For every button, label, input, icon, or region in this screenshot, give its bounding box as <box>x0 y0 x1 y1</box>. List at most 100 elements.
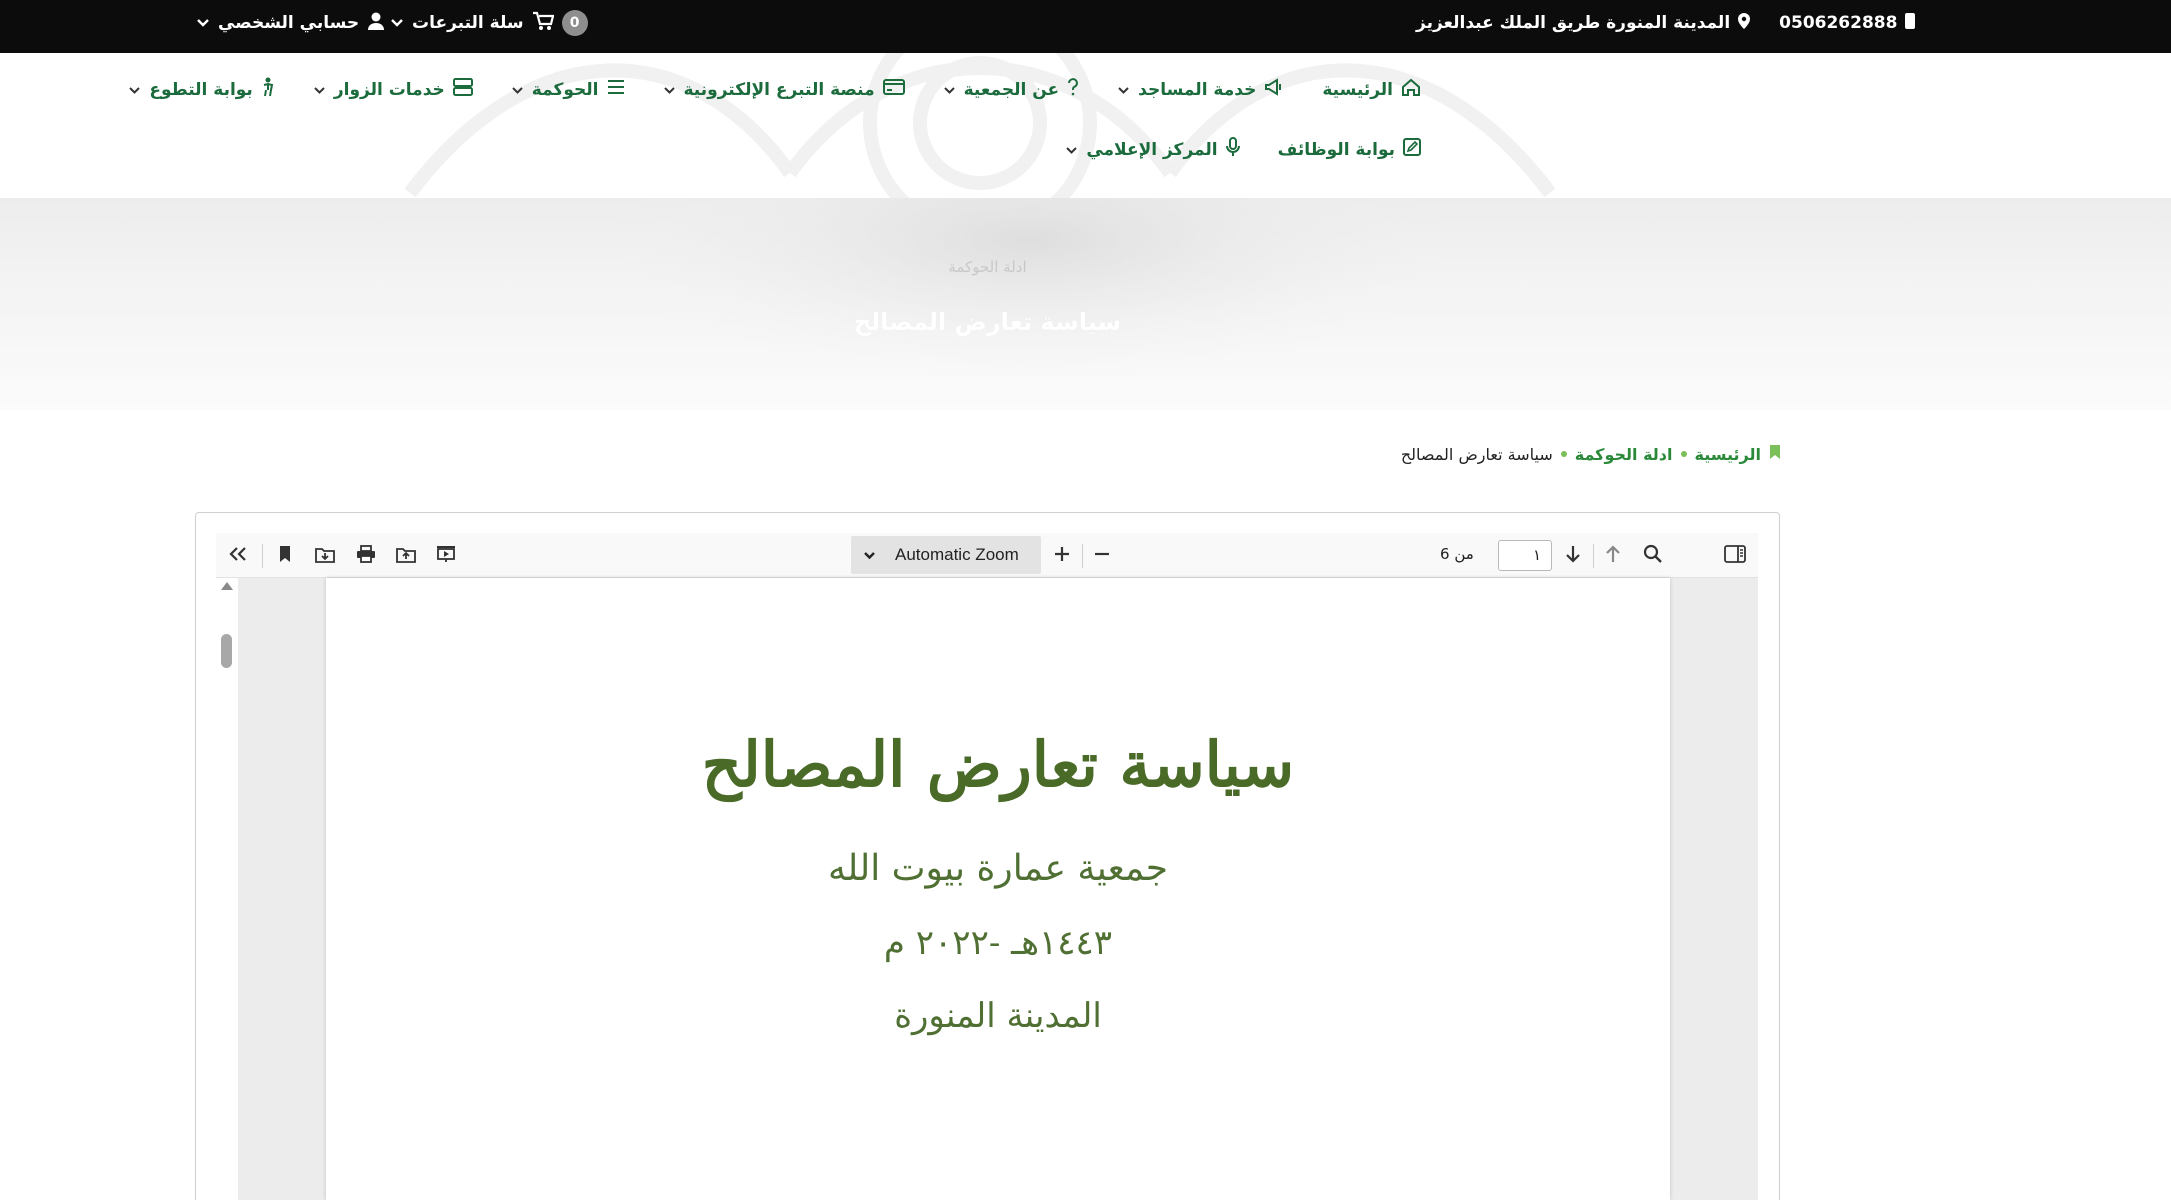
double-chevron-left-icon <box>228 546 248 566</box>
main-nav: الرئيسية خدمة المساجد عن الجمعية منصة ال… <box>0 53 2171 198</box>
download-icon <box>315 545 335 567</box>
user-icon <box>367 11 385 36</box>
ornament-decoration <box>404 53 1556 198</box>
chevron-down-icon <box>663 80 676 100</box>
scroll-up-arrow[interactable] <box>221 582 233 590</box>
presentation-mode-button[interactable] <box>430 540 462 572</box>
nav-item-volunteer[interactable]: بوابة التطوع <box>128 77 274 102</box>
nav-label: بوابة التطوع <box>149 79 253 100</box>
nav-item-visitor-services[interactable]: خدمات الزوار <box>313 78 473 101</box>
toolbar-separator <box>1593 544 1594 568</box>
address[interactable]: المدينة المنورة طريق الملك عبدالعزيز <box>1416 12 1751 35</box>
server-icon <box>452 78 473 101</box>
donation-cart[interactable]: سلة التبرعات 0 <box>390 0 588 46</box>
nav-item-about[interactable]: عن الجمعية <box>943 78 1080 101</box>
page-title: سياسة تعارض المصالح <box>853 308 1122 336</box>
nav-label: بوابة الوظائف <box>1277 139 1395 160</box>
download-button[interactable] <box>309 540 341 572</box>
nav-label: الرئيسية <box>1322 79 1393 100</box>
breadcrumb-home[interactable]: الرئيسية <box>1695 445 1762 464</box>
phone-number: 0506262888 <box>1779 13 1898 33</box>
arrow-down-icon <box>1564 544 1582 568</box>
map-pin-icon <box>1737 12 1751 35</box>
home-icon <box>1401 78 1421 101</box>
cart-icon <box>532 11 555 36</box>
contact-info: 0506262888 المدينة المنورة طريق الملك عب… <box>1396 0 1916 46</box>
bookmark-icon <box>1769 444 1781 464</box>
bookmark-button[interactable] <box>269 540 301 572</box>
page-hero: ادلة الحوكمة سياسة تعارض المصالح <box>0 198 2171 410</box>
find-button[interactable] <box>1637 540 1669 572</box>
document-scrollbar[interactable] <box>216 578 238 1200</box>
search-icon <box>1643 544 1663 568</box>
nav-label: خدمة المساجد <box>1138 79 1257 100</box>
print-button[interactable] <box>350 540 382 572</box>
chevron-down-icon <box>943 80 956 100</box>
page-number-input[interactable]: ١ <box>1498 540 1552 571</box>
account-label: حسابي الشخصي <box>218 13 360 33</box>
top-bar: 0506262888 المدينة المنورة طريق الملك عب… <box>0 0 2171 53</box>
nav-label: عن الجمعية <box>963 79 1060 100</box>
breadcrumb-parent[interactable]: ادلة الحوكمة <box>1575 445 1673 464</box>
previous-page-button[interactable] <box>1597 540 1629 572</box>
arrow-up-icon <box>1604 544 1622 568</box>
zoom-value: Automatic Zoom <box>895 545 1019 564</box>
scroll-thumb[interactable] <box>221 634 232 668</box>
presentation-icon <box>436 545 456 567</box>
zoom-out-button[interactable] <box>1086 540 1118 572</box>
nav-row-primary: الرئيسية خدمة المساجد عن الجمعية منصة ال… <box>128 77 1421 102</box>
breadcrumb-current: سياسة تعارض المصالح <box>1400 444 1553 464</box>
breadcrumb-separator <box>1560 451 1567 457</box>
document-title: سياسة تعارض المصالح <box>701 728 1295 801</box>
sidebar-icon <box>1724 545 1746 567</box>
nav-item-jobs[interactable]: بوابة الوظائف <box>1278 138 1421 161</box>
nav-item-governance[interactable]: الحوكمة <box>511 79 625 100</box>
document-organization: جمعية عمارة بيوت الله <box>828 848 1168 889</box>
zoom-select[interactable]: Automatic Zoom <box>851 536 1041 574</box>
chevron-down-icon <box>196 13 210 33</box>
chevron-down-icon <box>313 80 326 100</box>
nav-label: المركز الإعلامي <box>1086 139 1218 160</box>
nav-label: منصة التبرع الإلكترونية <box>683 79 875 100</box>
address-text: المدينة المنورة طريق الملك عبدالعزيز <box>1416 13 1731 33</box>
bookmark-icon <box>278 545 292 567</box>
sidebar-toggle-button[interactable] <box>1719 540 1751 572</box>
nav-label: الحوكمة <box>531 79 599 100</box>
nav-row-secondary: بوابة الوظائف المركز الإعلامي <box>1065 137 1421 162</box>
nav-item-mosque-services[interactable]: خدمة المساجد <box>1117 78 1284 101</box>
chevron-down-icon <box>511 80 524 100</box>
list-icon <box>607 79 625 100</box>
question-icon <box>1067 78 1079 101</box>
microphone-icon <box>1225 137 1240 162</box>
chevron-down-icon <box>1065 140 1078 160</box>
edit-icon <box>1403 138 1421 161</box>
nav-item-donation-platform[interactable]: منصة التبرع الإلكترونية <box>663 79 905 100</box>
document-city: المدينة المنورة <box>894 996 1102 1036</box>
account-menu[interactable]: حسابي الشخصي <box>196 0 385 46</box>
chevron-down-icon <box>390 13 404 33</box>
nav-label: خدمات الزوار <box>333 79 445 100</box>
credit-card-icon <box>882 79 905 100</box>
megaphone-icon <box>1264 78 1284 101</box>
open-file-icon <box>396 545 416 567</box>
phone[interactable]: 0506262888 <box>1779 12 1916 35</box>
hero-background <box>590 198 1470 408</box>
tools-toggle-button[interactable] <box>222 540 254 572</box>
toolbar-separator <box>262 544 263 568</box>
chevron-down-icon <box>1117 80 1130 100</box>
page-count: من 6 <box>1440 545 1474 563</box>
hero-subtitle: ادلة الحوكمة <box>948 258 1027 276</box>
document-date: ١٤٤٣هـ -٢٠٢٢ م <box>883 923 1113 963</box>
breadcrumb: الرئيسية ادلة الحوكمة سياسة تعارض المصال… <box>1401 444 1781 464</box>
nav-item-media-center[interactable]: المركز الإعلامي <box>1065 137 1240 162</box>
cart-label: سلة التبرعات <box>412 13 524 33</box>
person-icon <box>261 77 275 102</box>
open-file-button[interactable] <box>390 540 422 572</box>
toolbar-separator <box>1082 544 1083 568</box>
zoom-in-button[interactable] <box>1046 540 1078 572</box>
next-page-button[interactable] <box>1557 540 1589 572</box>
plus-icon <box>1053 545 1071 567</box>
minus-icon <box>1093 545 1111 567</box>
pdf-toolbar: Automatic Zoom من 6 ١ <box>216 533 1758 578</box>
nav-item-home[interactable]: الرئيسية <box>1322 78 1421 101</box>
